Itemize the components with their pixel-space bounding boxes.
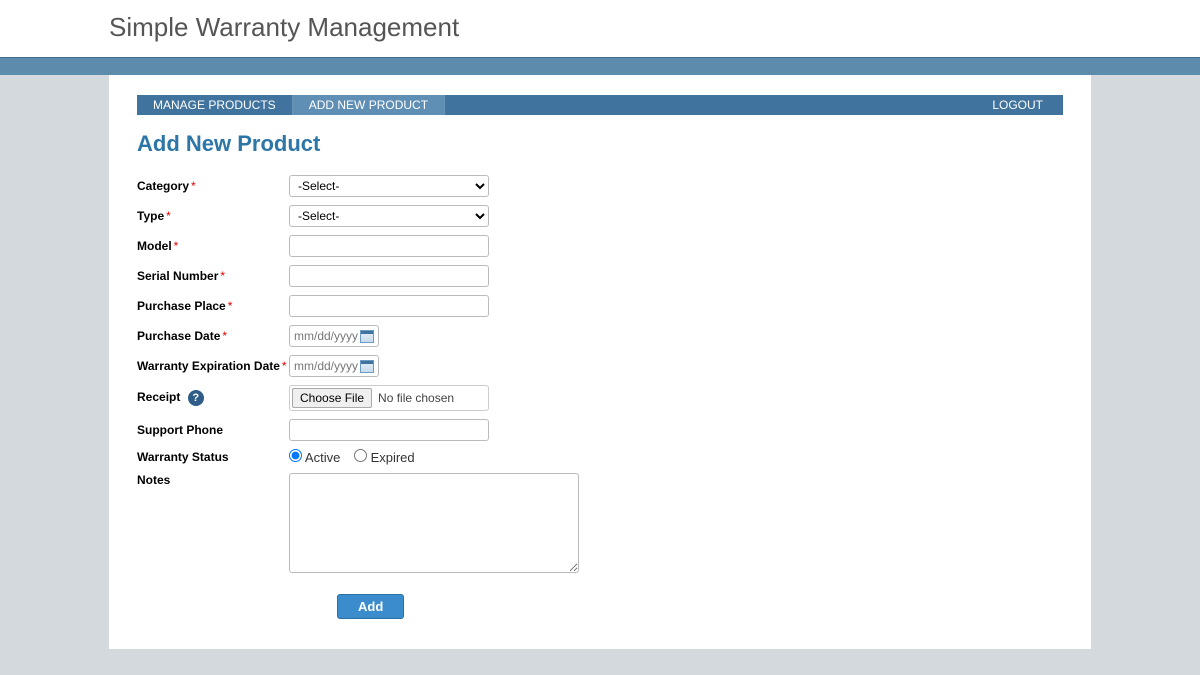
label-receipt: Receipt ?: [137, 390, 289, 406]
label-type: Type*: [137, 209, 289, 223]
submit-row: Add: [337, 594, 1063, 619]
notes-textarea[interactable]: [289, 473, 579, 573]
control-warranty-exp: mm/dd/yyyy: [289, 355, 379, 377]
purchase-place-input[interactable]: [289, 295, 489, 317]
row-model: Model*: [137, 235, 1063, 257]
tab-add-new-product[interactable]: ADD NEW PRODUCT: [293, 95, 445, 115]
label-warranty-status: Warranty Status: [137, 450, 289, 464]
tab-manage-products[interactable]: MANAGE PRODUCTS: [137, 95, 293, 115]
calendar-icon[interactable]: [360, 360, 374, 373]
row-purchase-place: Purchase Place*: [137, 295, 1063, 317]
required-marker: *: [174, 239, 179, 253]
add-button[interactable]: Add: [337, 594, 404, 619]
required-marker: *: [166, 209, 171, 223]
label-category: Category*: [137, 179, 289, 193]
required-marker: *: [220, 269, 225, 283]
help-icon[interactable]: ?: [188, 390, 204, 406]
row-purchase-date: Purchase Date* mm/dd/yyyy: [137, 325, 1063, 347]
control-warranty-status: Active Expired: [289, 449, 425, 465]
control-type: -Select-: [289, 205, 489, 227]
required-marker: *: [282, 359, 287, 373]
nav-bar: MANAGE PRODUCTS ADD NEW PRODUCT LOGOUT: [137, 95, 1063, 115]
purchase-date-input[interactable]: mm/dd/yyyy: [289, 325, 379, 347]
row-notes: Notes: [137, 473, 1063, 576]
label-support-phone: Support Phone: [137, 423, 289, 437]
label-warranty-exp-text: Warranty Expiration Date: [137, 359, 280, 373]
control-purchase-place: [289, 295, 489, 317]
label-warranty-exp: Warranty Expiration Date*: [137, 359, 289, 373]
control-model: [289, 235, 489, 257]
warranty-exp-placeholder: mm/dd/yyyy: [294, 359, 360, 373]
control-support-phone: [289, 419, 489, 441]
row-category: Category* -Select-: [137, 175, 1063, 197]
radio-expired[interactable]: [354, 449, 367, 462]
receipt-file-input[interactable]: Choose File No file chosen: [289, 385, 489, 411]
label-category-text: Category: [137, 179, 189, 193]
purchase-date-placeholder: mm/dd/yyyy: [294, 329, 360, 343]
choose-file-button[interactable]: Choose File: [292, 388, 372, 408]
row-serial: Serial Number*: [137, 265, 1063, 287]
category-select[interactable]: -Select-: [289, 175, 489, 197]
app-title: Simple Warranty Management: [109, 12, 1091, 43]
accent-bar: [0, 57, 1200, 75]
control-category: -Select-: [289, 175, 489, 197]
serial-input[interactable]: [289, 265, 489, 287]
row-warranty-status: Warranty Status Active Expired: [137, 449, 1063, 465]
top-header: Simple Warranty Management: [0, 0, 1200, 57]
control-receipt: Choose File No file chosen: [289, 385, 489, 411]
label-purchase-place: Purchase Place*: [137, 299, 289, 313]
row-receipt: Receipt ? Choose File No file chosen: [137, 385, 1063, 411]
radio-active-label: Active: [305, 450, 340, 465]
radio-expired-wrapper[interactable]: Expired: [354, 450, 415, 465]
label-notes-text: Notes: [137, 473, 170, 487]
file-chosen-text: No file chosen: [378, 391, 454, 405]
label-receipt-text: Receipt: [137, 390, 180, 404]
radio-active-wrapper[interactable]: Active: [289, 450, 344, 465]
main-container: MANAGE PRODUCTS ADD NEW PRODUCT LOGOUT A…: [109, 75, 1091, 649]
label-model: Model*: [137, 239, 289, 253]
label-notes: Notes: [137, 473, 289, 487]
warranty-exp-input[interactable]: mm/dd/yyyy: [289, 355, 379, 377]
label-serial: Serial Number*: [137, 269, 289, 283]
label-purchase-place-text: Purchase Place: [137, 299, 226, 313]
label-purchase-date-text: Purchase Date: [137, 329, 220, 343]
label-model-text: Model: [137, 239, 172, 253]
label-serial-text: Serial Number: [137, 269, 218, 283]
required-marker: *: [191, 179, 196, 193]
page-title: Add New Product: [137, 131, 1063, 157]
type-select[interactable]: -Select-: [289, 205, 489, 227]
logout-link[interactable]: LOGOUT: [972, 95, 1063, 115]
radio-expired-label: Expired: [371, 450, 415, 465]
required-marker: *: [222, 329, 227, 343]
control-purchase-date: mm/dd/yyyy: [289, 325, 379, 347]
row-warranty-exp: Warranty Expiration Date* mm/dd/yyyy: [137, 355, 1063, 377]
label-support-phone-text: Support Phone: [137, 423, 223, 437]
model-input[interactable]: [289, 235, 489, 257]
row-support-phone: Support Phone: [137, 419, 1063, 441]
support-phone-input[interactable]: [289, 419, 489, 441]
row-type: Type* -Select-: [137, 205, 1063, 227]
control-serial: [289, 265, 489, 287]
radio-active[interactable]: [289, 449, 302, 462]
required-marker: *: [228, 299, 233, 313]
label-purchase-date: Purchase Date*: [137, 329, 289, 343]
label-type-text: Type: [137, 209, 164, 223]
label-warranty-status-text: Warranty Status: [137, 450, 229, 464]
calendar-icon[interactable]: [360, 330, 374, 343]
control-notes: [289, 473, 579, 576]
